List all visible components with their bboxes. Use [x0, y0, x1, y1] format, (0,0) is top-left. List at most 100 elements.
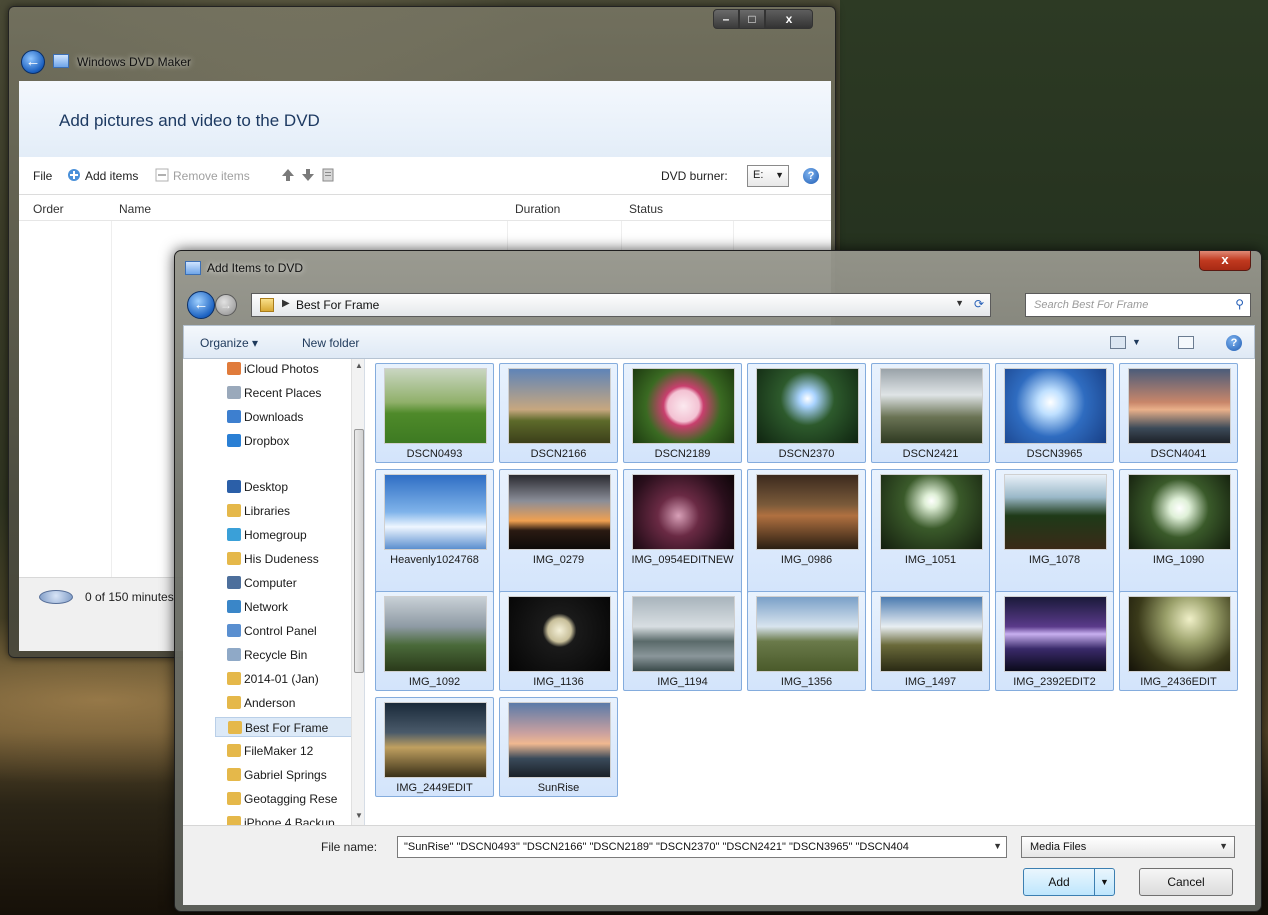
file-tile[interactable]: DSCN3965 — [995, 363, 1114, 463]
close-button[interactable]: x — [765, 9, 813, 29]
nav-item[interactable]: Computer — [207, 573, 363, 593]
file-menu[interactable]: File — [33, 169, 52, 183]
column-duration[interactable]: Duration — [515, 202, 560, 216]
scroll-up-icon[interactable]: ▲ — [354, 361, 364, 370]
file-tile[interactable]: IMG_2436EDIT — [1119, 591, 1238, 691]
search-input[interactable]: Search Best For Frame ⚲ — [1025, 293, 1251, 317]
file-tile[interactable]: IMG_1078 — [995, 469, 1114, 595]
nav-item[interactable]: His Dudeness — [207, 549, 363, 569]
network-icon — [227, 600, 241, 613]
nav-scrollbar[interactable]: ▲ ▼ — [351, 359, 364, 825]
file-tile[interactable]: IMG_1051 — [871, 469, 990, 595]
nav-item[interactable]: Anderson — [207, 693, 363, 713]
nav-item[interactable]: Gabriel Springs — [207, 765, 363, 785]
column-status[interactable]: Status — [629, 202, 663, 216]
nav-item[interactable]: Recent Places — [207, 383, 363, 403]
back-arrow-icon[interactable]: ← — [21, 50, 45, 74]
address-history-dropdown-icon[interactable]: ▼ — [955, 298, 964, 308]
file-tile[interactable]: DSCN4041 — [1119, 363, 1238, 463]
nav-item[interactable]: Dropbox — [207, 431, 363, 451]
remove-items-icon — [155, 168, 169, 182]
image-thumbnail — [508, 474, 611, 550]
nav-item[interactable]: Best For Frame — [215, 717, 361, 737]
column-order[interactable]: Order — [33, 202, 64, 216]
file-tile[interactable]: IMG_1356 — [747, 591, 866, 691]
move-up-icon[interactable] — [281, 168, 295, 182]
image-thumbnail — [384, 368, 487, 444]
file-type-select[interactable]: Media Files ▼ — [1021, 836, 1235, 858]
nav-item[interactable]: iPhone 4 Backup — [207, 813, 363, 825]
image-thumbnail — [1128, 368, 1231, 444]
file-tile[interactable]: DSCN2166 — [499, 363, 618, 463]
breadcrumb-chevron-icon[interactable]: ▶ — [282, 298, 290, 309]
forward-arrow-icon[interactable]: → — [215, 294, 237, 316]
nav-item[interactable]: Homegroup — [207, 525, 363, 545]
file-name: DSCN4041 — [1150, 448, 1207, 460]
nav-item[interactable]: FileMaker 12 — [207, 741, 363, 761]
image-thumbnail — [1004, 368, 1107, 444]
file-tile[interactable]: IMG_0954EDITNEW — [623, 469, 742, 595]
title-bar: ← Windows DVD Maker – □ x — [9, 7, 835, 79]
file-tile[interactable]: IMG_0986 — [747, 469, 866, 595]
nav-item[interactable]: iCloud Photos — [207, 359, 363, 379]
dvd-burner-select[interactable]: E: ▼ — [747, 165, 789, 187]
nav-item-label: Gabriel Springs — [244, 768, 327, 782]
maximize-button[interactable]: □ — [739, 9, 765, 29]
properties-icon[interactable] — [321, 168, 335, 182]
cancel-button[interactable]: Cancel — [1139, 868, 1233, 896]
page-title: Add pictures and video to the DVD — [59, 111, 320, 130]
nav-item[interactable]: Geotagging Rese — [207, 789, 363, 809]
nav-item-label: Network — [244, 600, 289, 614]
dvd-maker-app-icon — [53, 54, 69, 68]
file-tile[interactable]: DSCN2189 — [623, 363, 742, 463]
move-down-icon[interactable] — [301, 168, 315, 182]
minimize-button[interactable]: – — [713, 9, 739, 29]
file-tile[interactable]: DSCN2370 — [747, 363, 866, 463]
column-name[interactable]: Name — [119, 202, 151, 216]
file-tile[interactable]: SunRise — [499, 697, 618, 797]
add-items-button[interactable]: Add items — [85, 169, 138, 183]
nav-item[interactable]: 2014-01 (Jan) — [207, 669, 363, 689]
file-tile[interactable]: IMG_1092 — [375, 591, 494, 691]
search-icon[interactable]: ⚲ — [1235, 297, 1244, 311]
nav-item[interactable]: Control Panel — [207, 621, 363, 641]
file-tile[interactable]: IMG_1194 — [623, 591, 742, 691]
add-split-dropdown-icon[interactable]: ▼ — [1094, 869, 1114, 895]
address-bar[interactable]: ▶ Best For Frame ▼ ⟳ — [251, 293, 991, 317]
preview-pane-icon[interactable] — [1178, 336, 1194, 349]
file-tile[interactable]: IMG_0279 — [499, 469, 618, 595]
help-icon[interactable]: ? — [803, 168, 819, 184]
file-tile[interactable]: IMG_2449EDIT — [375, 697, 494, 797]
new-folder-button[interactable]: New folder — [302, 336, 359, 350]
file-tile[interactable]: DSCN2421 — [871, 363, 990, 463]
organize-menu[interactable]: Organize ▾ — [200, 336, 258, 350]
nav-item[interactable]: Network — [207, 597, 363, 617]
scrollbar-thumb[interactable] — [354, 429, 364, 673]
file-tile[interactable]: IMG_2392EDIT2 — [995, 591, 1114, 691]
file-tile[interactable]: IMG_1497 — [871, 591, 990, 691]
breadcrumb-current[interactable]: Best For Frame — [296, 298, 379, 312]
file-tile[interactable]: IMG_1136 — [499, 591, 618, 691]
file-tile[interactable]: IMG_1090 — [1119, 469, 1238, 595]
nav-item-label: Libraries — [244, 504, 291, 518]
help-icon[interactable]: ? — [1226, 335, 1242, 351]
folder-icon — [227, 696, 241, 709]
change-view-icon[interactable] — [1110, 336, 1126, 349]
add-button[interactable]: Add ▼ — [1023, 868, 1115, 896]
nav-item[interactable]: Desktop — [207, 477, 363, 497]
nav-item[interactable]: Libraries — [207, 501, 363, 521]
file-tile[interactable]: Heavenly1024768 — [375, 469, 494, 595]
file-name: IMG_0954EDITNEW — [631, 554, 734, 566]
chevron-down-icon[interactable]: ▼ — [993, 841, 1002, 851]
nav-item[interactable]: Recycle Bin — [207, 645, 363, 665]
image-thumbnail — [508, 368, 611, 444]
refresh-icon[interactable]: ⟳ — [974, 297, 984, 311]
file-name-input[interactable]: "SunRise" "DSCN0493" "DSCN2166" "DSCN218… — [397, 836, 1007, 858]
nav-item[interactable]: Downloads — [207, 407, 363, 427]
back-arrow-icon[interactable]: ← — [187, 291, 215, 319]
dialog-close-button[interactable]: x — [1199, 251, 1251, 271]
view-dropdown-icon[interactable]: ▼ — [1132, 337, 1141, 347]
remove-items-button[interactable]: Remove items — [173, 169, 250, 183]
file-tile[interactable]: DSCN0493 — [375, 363, 494, 463]
scroll-down-icon[interactable]: ▼ — [354, 811, 364, 820]
